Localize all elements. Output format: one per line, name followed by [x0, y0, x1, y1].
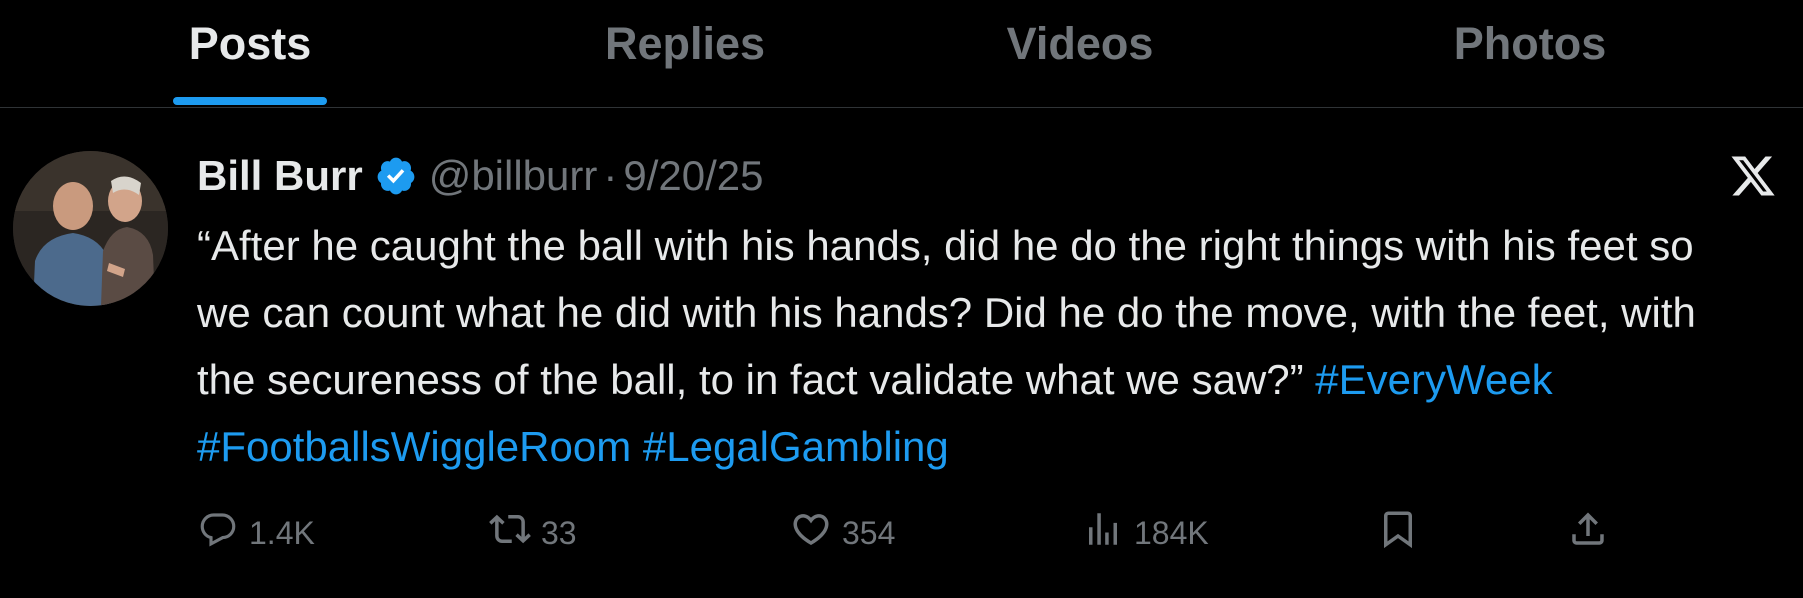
tab-posts-label: Posts — [188, 18, 312, 69]
author-name[interactable]: Bill Burr — [197, 152, 363, 200]
tweet-actions: 1.4K 33 354 184K — [197, 503, 1617, 563]
tab-posts[interactable]: Posts — [150, 0, 350, 107]
views-button[interactable]: 184K — [1082, 503, 1209, 563]
share-icon — [1567, 508, 1619, 558]
views-icon — [1082, 508, 1134, 558]
avatar[interactable] — [13, 151, 168, 306]
reply-button[interactable]: 1.4K — [197, 503, 315, 563]
bookmark-button[interactable] — [1377, 503, 1429, 563]
tweet-date[interactable]: 9/20/25 — [623, 152, 763, 200]
like-button[interactable]: 354 — [790, 503, 895, 563]
hashtag-link[interactable]: #FootballsWiggleRoom — [197, 423, 631, 470]
repost-icon — [489, 508, 541, 558]
reply-icon — [197, 508, 249, 558]
hashtag-link[interactable]: #LegalGambling — [643, 423, 949, 470]
tab-photos[interactable]: Photos — [1420, 0, 1640, 107]
avatar-photo — [13, 151, 168, 306]
reply-count: 1.4K — [249, 514, 315, 551]
tweet-content: Bill Burr @billburr · 9/20/25 “After he … — [197, 148, 1757, 480]
tab-photos-label: Photos — [1453, 18, 1607, 69]
heart-icon — [790, 508, 842, 558]
share-button[interactable] — [1567, 503, 1619, 563]
views-count: 184K — [1134, 514, 1209, 551]
active-tab-indicator — [173, 97, 327, 105]
tweet-text: “After he caught the ball with his hands… — [197, 212, 1757, 480]
tab-replies-label: Replies — [604, 18, 766, 69]
tab-replies[interactable]: Replies — [560, 0, 810, 107]
repost-count: 33 — [541, 514, 577, 551]
hashtag-link[interactable]: #EveryWeek — [1315, 356, 1552, 403]
bookmark-icon — [1377, 508, 1429, 558]
verified-badge-icon — [375, 155, 417, 197]
separator-dot: · — [603, 152, 618, 199]
tweet-header: Bill Burr @billburr · 9/20/25 — [197, 148, 1757, 204]
tab-videos[interactable]: Videos — [980, 0, 1180, 107]
repost-button[interactable]: 33 — [489, 503, 577, 563]
like-count: 354 — [842, 514, 896, 551]
tab-videos-label: Videos — [1006, 18, 1154, 69]
x-logo-icon — [1729, 152, 1777, 200]
profile-tabs: Posts Replies Videos Photos — [0, 0, 1803, 108]
tweet[interactable]: Bill Burr @billburr · 9/20/25 “After he … — [0, 108, 1803, 598]
author-handle[interactable]: @billburr — [429, 152, 598, 200]
